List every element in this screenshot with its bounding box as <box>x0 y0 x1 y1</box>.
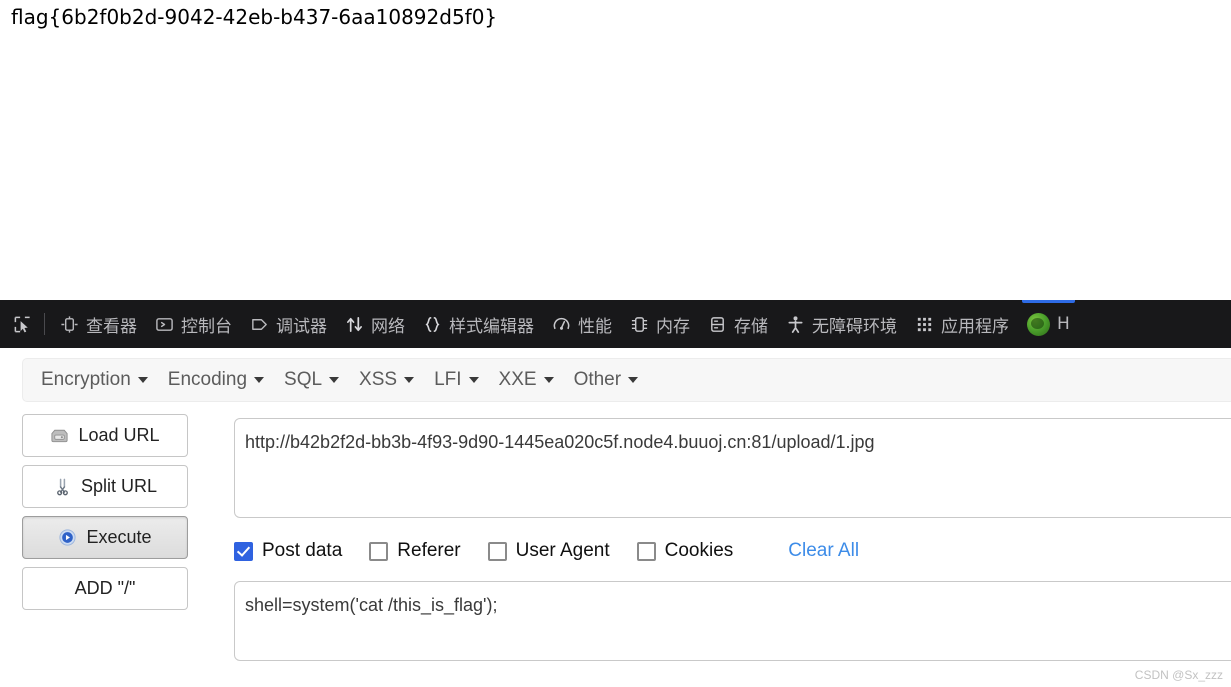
menu-xss[interactable]: XSS <box>349 365 424 395</box>
hackbar-main-column: http://b42b2f2d-bb3b-4f93-9d90-1445ea020… <box>234 418 1231 661</box>
chevron-down-icon <box>628 377 639 383</box>
user-agent-checkbox-icon[interactable] <box>487 541 507 561</box>
split-url-button[interactable]: Split URL <box>22 465 188 508</box>
element-picker-button[interactable] <box>0 300 44 348</box>
checkbox-post-data[interactable]: Post data <box>234 540 342 562</box>
play-circle-icon <box>59 529 77 546</box>
toolbar-divider <box>44 313 45 335</box>
menu-encoding-label: Encoding <box>167 369 248 390</box>
application-icon <box>917 317 932 331</box>
hackbar-button-column: Load URL Split URL Execute ADD "/" <box>22 414 188 618</box>
checkbox-referer[interactable]: Referer <box>369 540 461 562</box>
add-slash-button[interactable]: ADD "/" <box>22 567 188 610</box>
flag-output-text: flag{6b2f0b2d-9042-42eb-b437-6aa10892d5f… <box>11 5 498 29</box>
menu-sql-label: SQL <box>284 369 323 390</box>
menu-xss-label: XSS <box>359 369 398 390</box>
firefox-hackbar-icon <box>1027 312 1050 336</box>
performance-icon <box>553 317 570 330</box>
tab-inspector[interactable]: 查看器 <box>51 300 146 348</box>
memory-icon <box>631 316 648 332</box>
devtools-toolbar: 查看器 控制台 调试器 网络 样式编辑器 性能 内存 存储 无障碍环境 应用程序… <box>0 300 1231 348</box>
tab-style-editor-label: 样式编辑器 <box>449 316 534 337</box>
menu-encoding[interactable]: Encoding <box>158 365 274 395</box>
tab-network[interactable]: 网络 <box>336 300 414 348</box>
browser-page-viewport: flag{6b2f0b2d-9042-42eb-b437-6aa10892d5f… <box>0 0 1231 300</box>
menu-xxe-label: XXE <box>498 369 537 390</box>
tab-debugger-label: 调试器 <box>276 316 327 337</box>
tab-debugger[interactable]: 调试器 <box>241 300 336 348</box>
style-editor-icon <box>425 316 440 332</box>
menu-encryption[interactable]: Encryption <box>31 365 158 395</box>
menu-encryption-label: Encryption <box>41 369 131 390</box>
tab-hackbar[interactable]: H <box>1018 300 1079 348</box>
hackbar-menubar: Encryption Encoding SQL XSS LFI XXE Othe… <box>22 358 1231 402</box>
split-url-label: Split URL <box>80 476 158 496</box>
tab-application[interactable]: 应用程序 <box>906 300 1018 348</box>
load-url-button[interactable]: Load URL <box>22 414 188 457</box>
menu-sql[interactable]: SQL <box>274 365 349 395</box>
clear-all-link[interactable]: Clear All <box>788 540 859 562</box>
accessibility-icon <box>788 315 803 333</box>
debugger-icon <box>252 318 267 330</box>
tab-accessibility[interactable]: 无障碍环境 <box>777 300 906 348</box>
referer-label: Referer <box>397 540 461 561</box>
tab-hackbar-label: H <box>1057 314 1070 334</box>
url-input[interactable]: http://b42b2f2d-bb3b-4f93-9d90-1445ea020… <box>234 418 1231 518</box>
tab-application-label: 应用程序 <box>941 316 1009 337</box>
tab-performance[interactable]: 性能 <box>543 300 621 348</box>
tab-console-label: 控制台 <box>181 316 232 337</box>
tab-memory[interactable]: 内存 <box>621 300 699 348</box>
hackbar-panel: Encryption Encoding SQL XSS LFI XXE Othe… <box>0 348 1231 687</box>
chevron-down-icon <box>137 377 148 383</box>
chevron-down-icon <box>329 377 340 383</box>
disk-drive-icon <box>51 429 69 443</box>
post-data-input[interactable]: shell=system('cat /this_is_flag'); <box>234 581 1231 661</box>
network-icon <box>346 316 363 332</box>
storage-icon <box>711 316 724 332</box>
tab-memory-label: 内存 <box>656 316 690 337</box>
menu-other-label: Other <box>573 369 622 390</box>
cookies-label: Cookies <box>664 540 734 561</box>
tab-storage[interactable]: 存储 <box>699 300 777 348</box>
execute-label: Execute <box>86 527 152 547</box>
tab-storage-label: 存储 <box>734 316 768 337</box>
tab-style-editor[interactable]: 样式编辑器 <box>414 300 543 348</box>
tab-network-label: 网络 <box>371 316 405 337</box>
chevron-down-icon <box>404 377 415 383</box>
cookies-checkbox-icon[interactable] <box>636 541 656 561</box>
checkbox-cookies[interactable]: Cookies <box>636 540 734 562</box>
checkbox-user-agent[interactable]: User Agent <box>487 540 610 562</box>
console-icon <box>156 317 173 331</box>
watermark-text: CSDN @Sx_zzz <box>1134 668 1223 682</box>
element-picker-icon <box>14 316 30 332</box>
post-data-label: Post data <box>262 540 343 561</box>
menu-other[interactable]: Other <box>564 365 649 395</box>
inspector-icon <box>61 315 78 333</box>
add-slash-label: ADD "/" <box>74 578 136 598</box>
user-agent-label: User Agent <box>515 540 610 561</box>
tab-console[interactable]: 控制台 <box>146 300 241 348</box>
chevron-down-icon <box>468 377 479 383</box>
chevron-down-icon <box>543 377 554 383</box>
scissors-icon <box>57 478 68 496</box>
chevron-down-icon <box>254 377 265 383</box>
tab-performance-label: 性能 <box>578 316 612 337</box>
execute-button[interactable]: Execute <box>22 516 188 559</box>
tab-accessibility-label: 无障碍环境 <box>812 316 897 337</box>
hackbar-options-row: Post data Referer User Agent Cookies Cle… <box>234 529 1231 573</box>
load-url-label: Load URL <box>78 425 160 445</box>
menu-lfi[interactable]: LFI <box>424 365 488 395</box>
tab-inspector-label: 查看器 <box>86 316 137 337</box>
menu-xxe[interactable]: XXE <box>489 365 564 395</box>
post-data-checkbox-icon[interactable] <box>234 541 253 561</box>
referer-checkbox-icon[interactable] <box>369 541 389 561</box>
menu-lfi-label: LFI <box>434 369 462 390</box>
